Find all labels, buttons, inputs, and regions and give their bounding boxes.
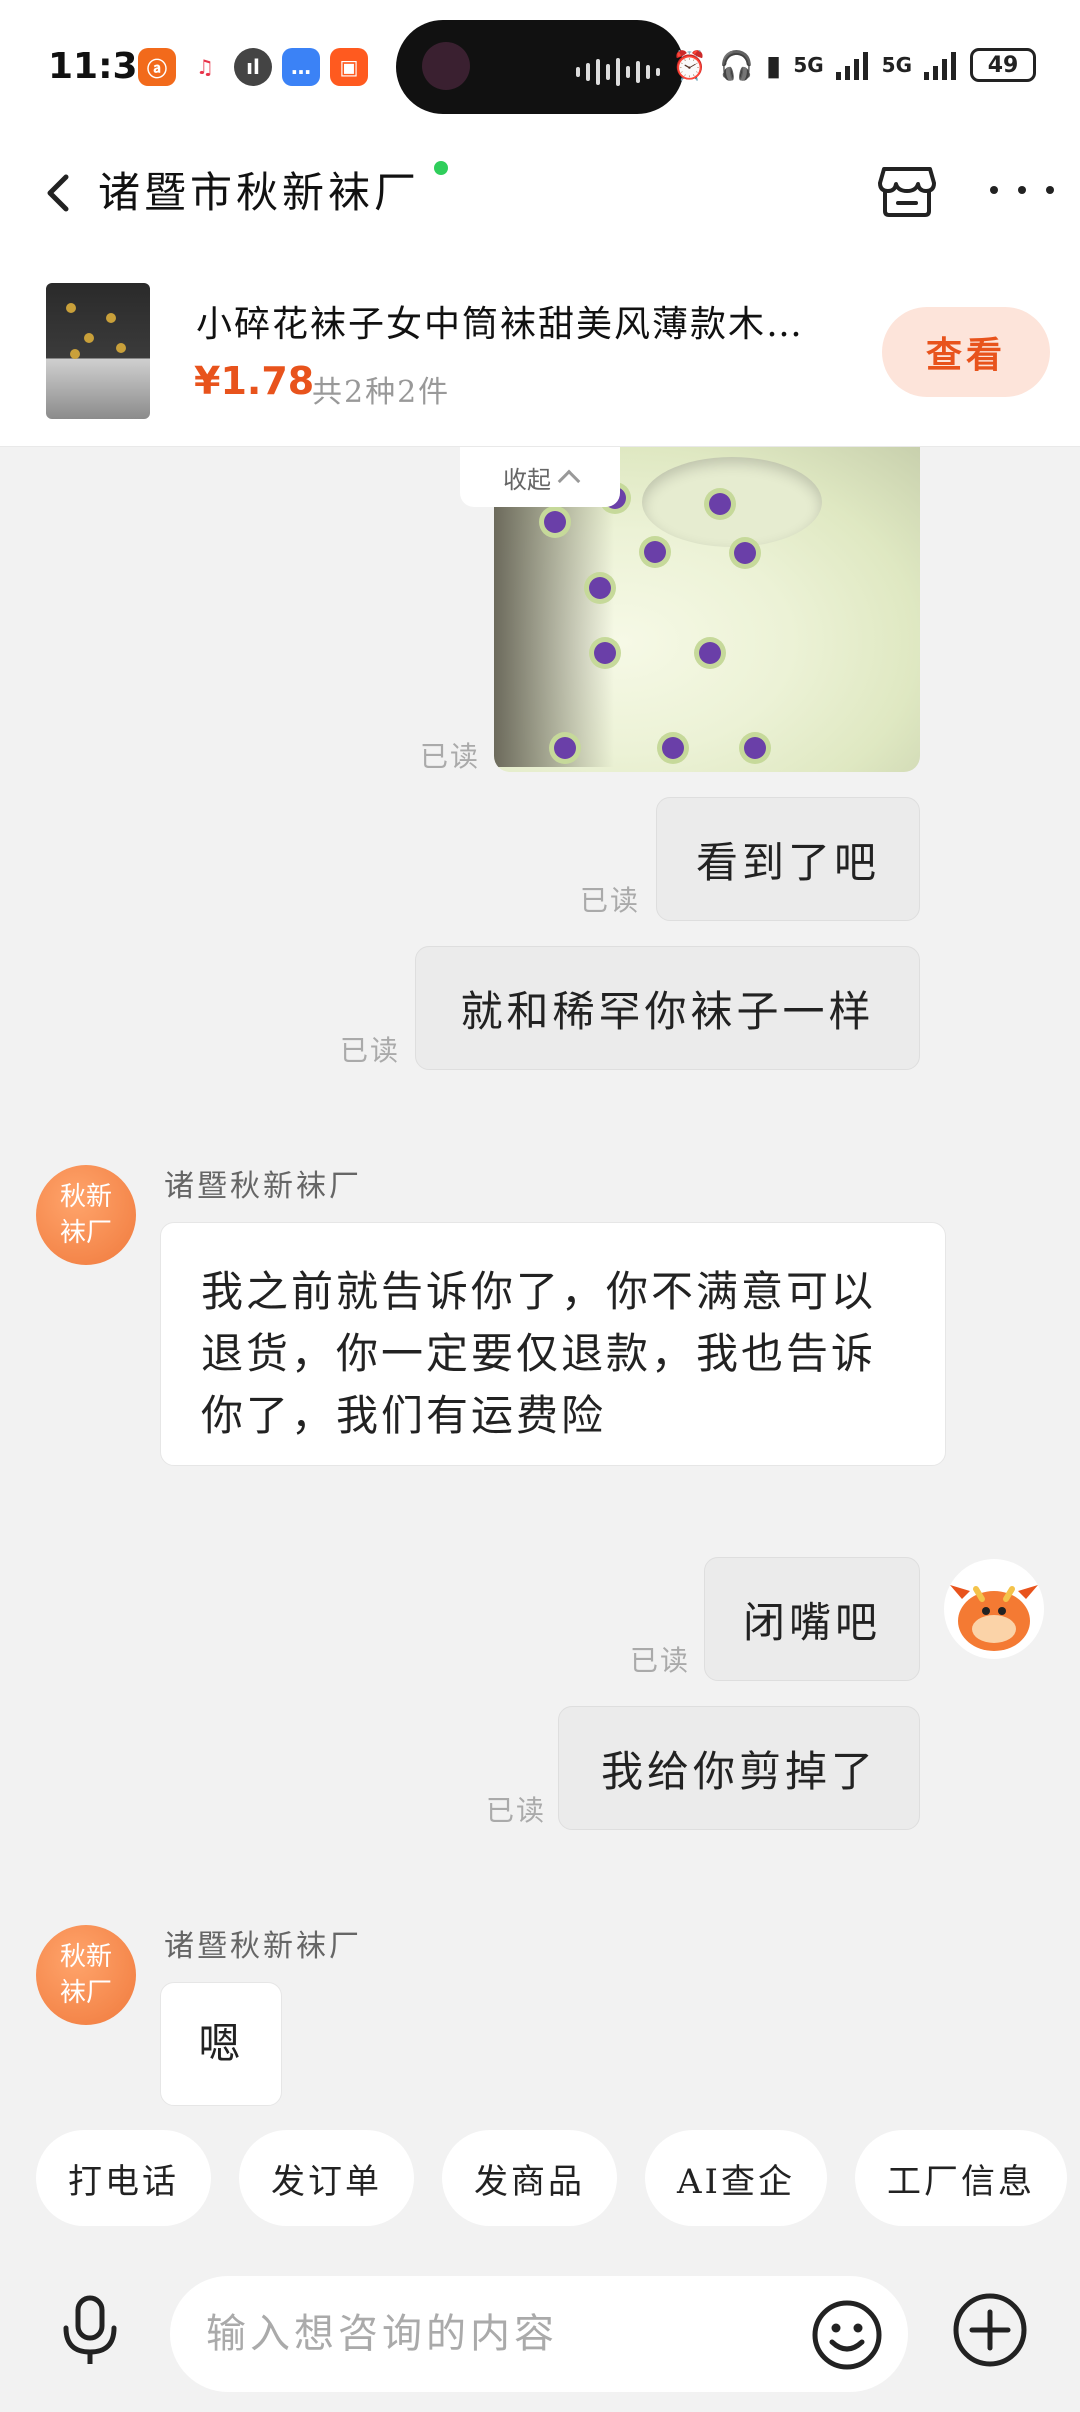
quick-actions-bar: 打电话 发订单 发商品 AI查企 工厂信息 <box>0 2130 1080 2250</box>
chat-header: 诸暨市秋新袜厂 <box>0 135 1080 255</box>
message-input-box[interactable] <box>170 2276 908 2392</box>
microphone-icon[interactable] <box>50 2290 130 2370</box>
read-receipt: 已读 <box>630 1644 691 1677</box>
collapse-button[interactable]: 收起 <box>460 447 620 507</box>
shop-avatar[interactable]: 秋新 袜厂 <box>36 1165 136 1265</box>
alarm-icon: ⏰ <box>672 48 708 82</box>
status-app-icons: ⓐ ♫ ıl … ▣ <box>138 48 368 86</box>
signal-icon <box>835 52 868 80</box>
ai-company-check-button[interactable]: AI查企 <box>645 2130 827 2226</box>
message-bubble[interactable]: 我给你剪掉了 <box>558 1706 920 1830</box>
product-title: 小碎花袜子女中筒袜甜美风薄款木… <box>196 304 805 345</box>
1688-icon: ⓐ <box>138 48 176 86</box>
more-options-icon[interactable] <box>990 175 1054 205</box>
message-bubble[interactable]: 闭嘴吧 <box>704 1557 920 1681</box>
plus-icon[interactable] <box>950 2290 1030 2370</box>
chat-messages[interactable]: 收起 已读 已读 看到了吧 已读 就和稀罕你袜子一样 秋新 袜厂 诸暨秋新袜厂 我… <box>0 447 1080 2130</box>
network-type-2: 5G <box>881 53 912 77</box>
status-indicators: ⏰ 🎧 ▮ 5G 5G 49 <box>672 48 1036 82</box>
headphones-icon: 🎧 <box>719 48 754 82</box>
signal-icon-2 <box>924 52 956 80</box>
chevron-up-icon <box>557 469 581 493</box>
message-bubble[interactable]: 我之前就告诉你了，你不满意可以退货，你一定要仅退款，我也告诉你了，我们有运费险 <box>160 1222 946 1466</box>
factory-info-button[interactable]: 工厂信息 <box>854 2130 1067 2226</box>
battery-saver-icon: ▮ <box>765 48 782 82</box>
emoji-icon[interactable] <box>810 2298 884 2372</box>
battery-icon: 49 <box>970 48 1036 82</box>
view-product-button[interactable]: 查看 <box>882 307 1050 397</box>
send-order-button[interactable]: 发订单 <box>239 2130 414 2226</box>
page-title[interactable]: 诸暨市秋新袜厂 <box>98 159 420 220</box>
island-album-art <box>422 42 470 90</box>
sender-name: 诸暨秋新袜厂 <box>164 1169 362 1204</box>
sender-name: 诸暨秋新袜厂 <box>164 1929 362 1964</box>
status-bar: 11:39 ⓐ ♫ ıl … ▣ ⏰ 🎧 ▮ 5G 5G 49 <box>0 0 1080 135</box>
read-receipt: 已读 <box>420 740 481 773</box>
store-icon[interactable] <box>872 153 942 223</box>
message-icon: … <box>282 48 320 86</box>
cow-mascot-icon <box>946 1561 1042 1657</box>
product-price: ¥1.78 <box>194 359 315 403</box>
user-avatar[interactable] <box>944 1559 1044 1659</box>
avatar-text: 袜厂 <box>59 1218 112 1248</box>
dynamic-island <box>396 20 684 114</box>
read-receipt: 已读 <box>340 1034 401 1067</box>
call-button[interactable]: 打电话 <box>36 2130 211 2226</box>
input-bar <box>0 2250 1080 2412</box>
kuaishou-icon: ▣ <box>330 48 368 86</box>
island-waveform-icon <box>576 58 660 86</box>
read-receipt: 已读 <box>486 1794 547 1827</box>
message-bubble[interactable]: 就和稀罕你袜子一样 <box>415 946 920 1070</box>
avatar-text: 秋新 <box>59 1182 112 1212</box>
send-product-button[interactable]: 发商品 <box>442 2130 617 2226</box>
shop-avatar[interactable]: 秋新 袜厂 <box>36 1925 136 2025</box>
avatar-text: 袜厂 <box>59 1978 112 2008</box>
product-thumbnail <box>46 283 150 419</box>
music-icon: ♫ <box>186 48 224 86</box>
read-receipt: 已读 <box>580 884 641 917</box>
message-input[interactable] <box>206 2276 766 2392</box>
product-card[interactable]: 小碎花袜子女中筒袜甜美风薄款木… ¥1.78 共2种2件 查看 <box>0 255 1080 447</box>
network-type-1: 5G <box>793 53 824 77</box>
collapse-label: 收起 <box>503 465 551 494</box>
avatar-text: 秋新 <box>59 1942 112 1972</box>
message-bubble[interactable]: 嗯 <box>160 1982 282 2106</box>
back-arrow-icon[interactable] <box>30 163 90 223</box>
voice-icon: ıl <box>234 48 272 86</box>
online-status-dot <box>434 161 448 175</box>
message-bubble[interactable]: 看到了吧 <box>656 797 920 921</box>
product-count: 共2种2件 <box>312 375 451 410</box>
